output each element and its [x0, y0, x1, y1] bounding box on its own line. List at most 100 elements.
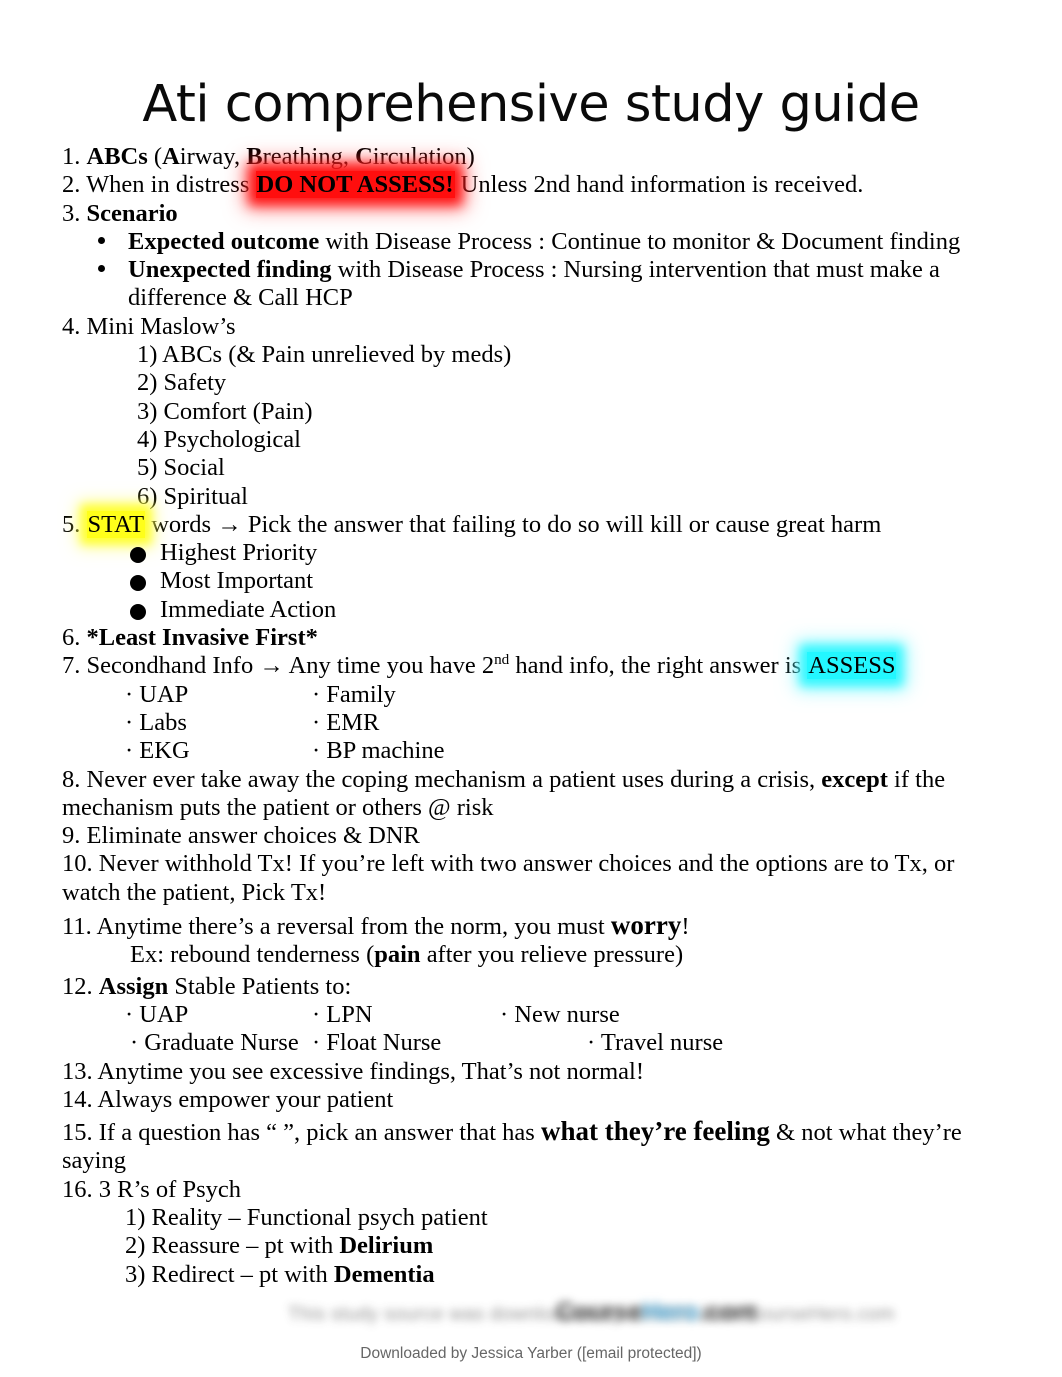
- item-7-row-2: · Labs · EMR: [62, 709, 1002, 737]
- item-4-number: 4.: [62, 312, 87, 340]
- watermark: This study source was downloaded by 1000…: [0, 1296, 1062, 1342]
- watermark-logo-left: Course: [556, 1298, 643, 1326]
- filled-circle-icon: [130, 603, 146, 620]
- item-11-ex-bold: pain: [374, 941, 421, 969]
- item-15-pre: If a question has “ ”, pick an answer th…: [98, 1119, 541, 1147]
- item-16-sub-3-pre: 3) Redirect – pt with: [125, 1260, 334, 1288]
- filled-circle-icon: [130, 575, 146, 592]
- item-4-text: Mini Maslow’s: [86, 312, 236, 340]
- item-8-pre: Never ever take away the coping mechanis…: [86, 765, 822, 793]
- item-14-text: Always empower your patient: [97, 1085, 394, 1113]
- item-11-bold-worry: worry: [610, 910, 682, 941]
- item-8-bold: except: [821, 765, 888, 793]
- item-2-post: Unless 2nd hand information is received.: [454, 171, 864, 199]
- list-item-4: 4. Mini Maslow’s: [62, 313, 1002, 341]
- filled-circle-icon: [130, 547, 146, 564]
- bullet-dot-icon: [98, 236, 105, 244]
- item-5-circle-2: Most Important: [62, 567, 1002, 595]
- item-7-r2-c2: · EMR: [312, 708, 380, 736]
- item-7-r2-c1: · Labs: [125, 708, 187, 736]
- item-7-row-3: · EKG · BP machine: [62, 737, 1002, 765]
- item-11-pre: Anytime there’s a reversal from the norm…: [96, 913, 611, 941]
- item-7-row-1: · UAP · Family: [62, 681, 1002, 709]
- item-11-post: !: [681, 913, 690, 941]
- list-item-3: 3. Scenario: [62, 200, 1002, 228]
- document-body: 1. ABCs (Airway, Breathing, Circulation)…: [62, 143, 1002, 1289]
- item-1-a: A: [162, 143, 180, 170]
- item-5-circle-1-label: Highest Priority: [160, 539, 318, 567]
- item-1-airway: irway,: [179, 143, 247, 170]
- highlight-assess: ASSESS: [807, 652, 897, 680]
- document-page: Ati comprehensive study guide 1. ABCs (A…: [0, 0, 1062, 1377]
- list-item-10: 10. Never withhold Tx! If you’re left wi…: [62, 850, 1002, 907]
- item-16-number: 16.: [62, 1175, 99, 1203]
- item-12-r1-c2: · LPN: [312, 1000, 373, 1028]
- item-1-circulation: irculation): [372, 143, 475, 170]
- item-15-number: 15.: [62, 1119, 99, 1147]
- item-5-rest: words → Pick the answer that failing to …: [145, 510, 882, 538]
- item-8-number: 8.: [62, 765, 87, 793]
- item-11-number: 11.: [62, 913, 97, 941]
- item-12-rest: Stable Patients to:: [168, 972, 352, 1000]
- item-12-r1-c3: · New nurse: [500, 1000, 620, 1028]
- item-16-text: 3 R’s of Psych: [98, 1175, 242, 1203]
- list-item-9: 9. Eliminate answer choices & DNR: [62, 822, 1002, 850]
- item-12-r2-c1: · Graduate Nurse: [130, 1029, 299, 1057]
- list-item-3-bullet-2: Unexpected finding with Disease Process …: [62, 256, 1002, 313]
- item-7-r3-c1: · EKG: [125, 737, 190, 765]
- watermark-logo-right: .com: [699, 1298, 758, 1326]
- item-7-mid: hand info, the right answer is: [509, 652, 808, 680]
- list-item-2: 2. When in distress DO NOT ASSESS! Unles…: [62, 171, 1002, 199]
- item-1-number: 1.: [62, 143, 87, 170]
- item-7-r1-c2: · Family: [312, 680, 396, 708]
- item-5-circle-3-label: Immediate Action: [160, 595, 337, 623]
- item-16-sub-2-bold: Delirium: [339, 1232, 434, 1260]
- highlight-do-not-assess: DO NOT ASSESS!: [255, 171, 455, 199]
- item-7-r1-c1: · UAP: [125, 680, 189, 708]
- item-7-r3-c2: · BP machine: [312, 737, 445, 765]
- bullet-2-bold: Unexpected finding: [128, 256, 332, 284]
- item-14-number: 14.: [62, 1085, 98, 1113]
- item-16-sub-1: 1) Reality – Functional psych patient: [62, 1204, 1002, 1232]
- watermark-source-text: This study source was downloaded by 1000…: [288, 1304, 895, 1325]
- list-item-16: 16. 3 R’s of Psych: [62, 1176, 1002, 1204]
- item-16-sub-1-pre: 1) Reality – Functional psych patient: [125, 1203, 488, 1231]
- bullet-1-bold: Expected outcome: [128, 227, 320, 255]
- item-11-ex-post: after you relieve pressure): [420, 941, 684, 969]
- list-item-7: 7. Secondhand Info → Any time you have 2…: [62, 652, 1002, 680]
- list-item-6: 6. *Least Invasive First*: [62, 624, 1002, 652]
- item-6-number: 6.: [62, 624, 87, 652]
- list-item-3-bullet-1: Expected outcome with Disease Process : …: [62, 228, 1002, 256]
- item-12-r2-c2: · Float Nurse: [312, 1029, 442, 1057]
- item-12-r1-c1: · UAP: [125, 1000, 189, 1028]
- item-7-number: 7.: [62, 652, 87, 680]
- list-item-13: 13. Anytime you see excessive findings, …: [62, 1058, 1002, 1086]
- list-item-15: 15. If a question has “ ”, pick an answe…: [62, 1117, 1002, 1176]
- item-13-text: Anytime you see excessive findings, That…: [97, 1057, 645, 1085]
- item-11-ex-pre: Ex: rebound tenderness (: [130, 941, 375, 969]
- item-5-circle-1: Highest Priority: [62, 539, 1002, 567]
- list-item-8: 8. Never ever take away the coping mecha…: [62, 766, 1002, 823]
- item-16-sub-2-pre: 2) Reassure – pt with: [125, 1232, 340, 1260]
- item-10-text: Never withhold Tx! If you’re left with t…: [62, 850, 955, 906]
- item-5-number: 5.: [62, 510, 87, 538]
- item-12-row-1: · UAP · LPN · New nurse: [62, 1001, 1002, 1029]
- item-12-row-2: · Graduate Nurse · Float Nurse · Travel nu…: [62, 1029, 1002, 1057]
- list-item-1: 1. ABCs (Airway, Breathing, Circulation): [62, 143, 1002, 171]
- highlight-stat: STAT: [86, 510, 146, 538]
- item-7-superscript: nd: [494, 651, 510, 669]
- item-5-circle-2-label: Most Important: [160, 567, 314, 595]
- item-1-bold: ABCs: [86, 143, 148, 170]
- list-item-11: 11. Anytime there’s a reversal from the …: [62, 911, 1002, 941]
- item-9-text: Eliminate answer choices & DNR: [86, 822, 420, 850]
- item-16-sub-2: 2) Reassure – pt with Delirium: [62, 1232, 1002, 1260]
- list-item-14: 14. Always empower your patient: [62, 1086, 1002, 1114]
- item-13-number: 13.: [62, 1057, 98, 1085]
- item-1-b: B: [246, 143, 263, 170]
- watermark-logo-accent: Hero: [642, 1298, 700, 1326]
- item-4-sub-3: 3) Comfort (Pain): [137, 397, 313, 425]
- item-2-pre: When in distress: [86, 171, 256, 199]
- item-1-breathing: reathing,: [262, 143, 356, 170]
- list-item-12: 12. Assign Stable Patients to:: [62, 973, 1002, 1001]
- item-2-number: 2.: [62, 171, 87, 199]
